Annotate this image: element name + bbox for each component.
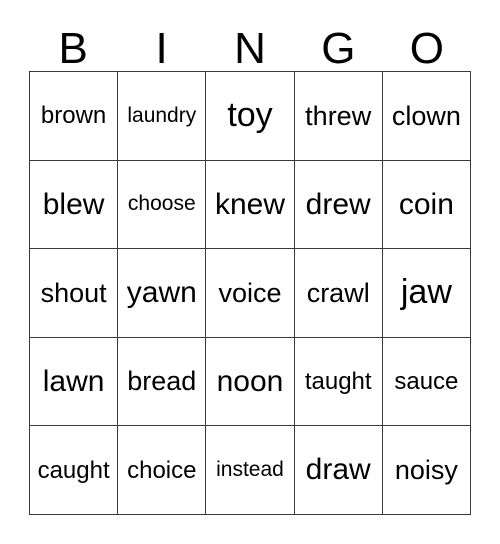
bingo-cell-word: brown: [40, 102, 107, 130]
bingo-cell[interactable]: clown: [382, 72, 471, 161]
bingo-cell-word: coin: [398, 187, 454, 221]
bingo-cell-word: noon: [216, 364, 284, 398]
bingo-cell[interactable]: laundry: [118, 72, 207, 161]
bingo-cell[interactable]: shout: [30, 249, 119, 338]
bingo-cell[interactable]: sauce: [382, 337, 471, 427]
bingo-cell[interactable]: brown: [30, 72, 119, 161]
bingo-cell-word: caught: [37, 456, 110, 484]
bingo-header-letter: O: [409, 24, 444, 73]
bingo-cell-word: toy: [227, 95, 273, 134]
bingo-header-cell-g: G: [294, 14, 382, 71]
bingo-header: B I N G O: [29, 14, 471, 71]
bingo-cell[interactable]: caught: [30, 426, 119, 515]
bingo-cell-word: taught: [304, 368, 372, 395]
bingo-cell-word: threw: [305, 100, 372, 131]
bingo-cell[interactable]: taught: [294, 337, 383, 427]
bingo-cell-word: instead: [216, 458, 284, 482]
bingo-cell-word: blew: [42, 187, 105, 221]
bingo-header-cell-b: B: [29, 14, 117, 71]
bingo-header-cell-n: N: [206, 14, 294, 71]
bingo-cell-word: clown: [391, 100, 461, 131]
bingo-cell-word: noisy: [394, 455, 458, 486]
bingo-cell-word: knew: [214, 187, 286, 221]
bingo-cell-word: lawn: [42, 364, 105, 398]
bingo-card: B I N G O brown laundry toy threw clown: [0, 0, 500, 544]
bingo-cell-word: jaw: [400, 273, 452, 312]
bingo-cell-word: sauce: [394, 368, 459, 395]
bingo-cell-word: laundry: [127, 103, 197, 127]
bingo-cell[interactable]: choice: [118, 426, 207, 515]
bingo-cell[interactable]: choose: [118, 160, 207, 250]
bingo-cell-word: choice: [127, 456, 197, 484]
bingo-header-letter: G: [321, 24, 356, 73]
bingo-cell[interactable]: instead: [206, 426, 295, 515]
bingo-cell[interactable]: lawn: [30, 337, 119, 427]
bingo-cell[interactable]: threw: [294, 72, 383, 161]
bingo-header-cell-o: O: [383, 14, 471, 71]
bingo-cell[interactable]: bread: [118, 337, 207, 427]
bingo-cell[interactable]: crawl: [294, 249, 383, 338]
bingo-cell[interactable]: toy: [206, 72, 295, 161]
bingo-cell[interactable]: yawn: [118, 249, 207, 338]
bingo-header-letter: B: [58, 24, 88, 73]
bingo-cell-word: shout: [40, 277, 107, 308]
bingo-cell[interactable]: voice: [206, 249, 295, 338]
bingo-grid: brown laundry toy threw clown blew choos…: [29, 71, 471, 515]
bingo-cell[interactable]: jaw: [382, 249, 471, 338]
bingo-cell-word: draw: [305, 453, 371, 487]
bingo-cell-word: yawn: [126, 276, 197, 310]
bingo-cell[interactable]: draw: [294, 426, 383, 515]
bingo-cell[interactable]: noon: [206, 337, 295, 427]
bingo-cell[interactable]: coin: [382, 160, 471, 250]
bingo-header-cell-i: I: [117, 14, 205, 71]
bingo-header-letter: I: [155, 24, 168, 73]
bingo-cell-word: crawl: [306, 277, 370, 308]
bingo-cell[interactable]: drew: [294, 160, 383, 250]
bingo-cell[interactable]: blew: [30, 160, 119, 250]
bingo-cell-word: voice: [218, 277, 282, 308]
bingo-cell-word: bread: [127, 366, 197, 397]
bingo-header-letter: N: [234, 24, 266, 73]
bingo-cell[interactable]: knew: [206, 160, 295, 250]
bingo-cell-word: drew: [305, 187, 371, 221]
bingo-cell-word: choose: [127, 192, 196, 216]
bingo-cell[interactable]: noisy: [382, 426, 471, 515]
